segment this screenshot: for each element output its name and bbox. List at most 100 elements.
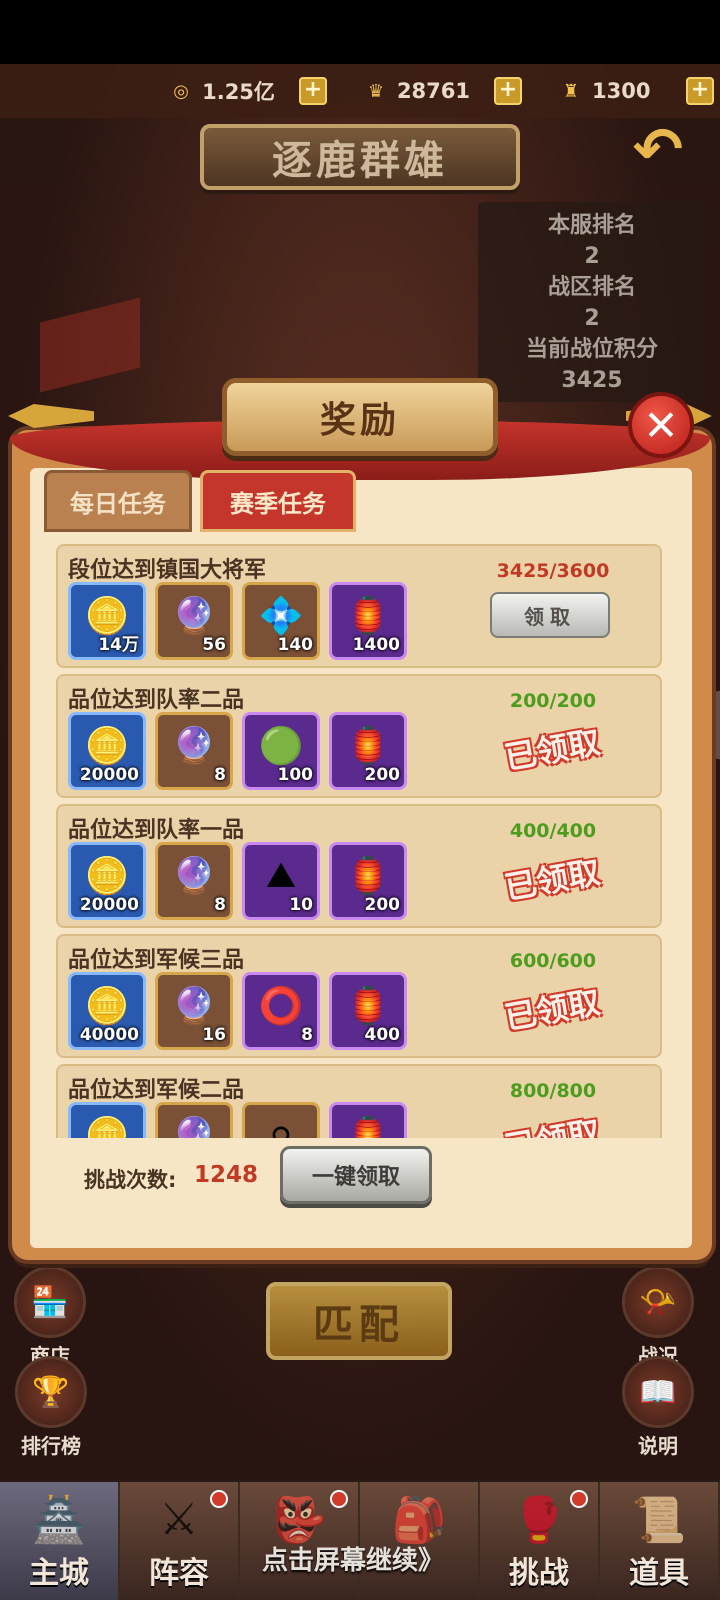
castle-icon: 🏯 bbox=[31, 1495, 87, 1546]
nav-item[interactable]: 🥊 挑战 bbox=[480, 1482, 600, 1600]
ranking-button[interactable]: 🏆 排行榜 bbox=[6, 1356, 96, 1459]
ranking-label: 排行榜 bbox=[21, 1434, 81, 1458]
battle-report-icon: 📯 bbox=[622, 1266, 694, 1338]
instructions-label: 说明 bbox=[638, 1434, 678, 1458]
nav-label: 道具 bbox=[629, 1556, 689, 1591]
nav-label: 挑战 bbox=[509, 1556, 569, 1591]
reward-item[interactable]: 🏮 1400 bbox=[329, 582, 407, 660]
task-list[interactable]: 段位达到镇国大将军 🪙 14万 🔮 56 💠 140 🏮 1400 3425/3600 领取 品位达到… bbox=[56, 544, 664, 1138]
task-progress: 600/600 bbox=[509, 950, 597, 972]
notification-dot bbox=[330, 1490, 348, 1508]
purple-lantern-icon: 🏮 bbox=[345, 986, 391, 1027]
reward-item[interactable]: 🔮 56 bbox=[155, 582, 233, 660]
jade-scroll-icon: 🟢 bbox=[258, 726, 304, 767]
dialog-footer: 挑战次数: 1248 一键领取 bbox=[30, 1136, 680, 1236]
reward-item[interactable]: 🏮 200 bbox=[329, 842, 407, 920]
reward-item[interactable]: 🪙 14万 bbox=[68, 582, 146, 660]
reward-quantity: 1400 bbox=[352, 635, 400, 655]
coin-icon: 🪙 bbox=[84, 726, 130, 767]
notification-dot bbox=[570, 1490, 588, 1508]
task-row: 品位达到队率一品 🪙 20000 🔮 8 ⛰ 10 🏮 200 400/400 已领取 bbox=[56, 804, 662, 928]
notification-dot bbox=[210, 1490, 228, 1508]
task-title: 段位达到镇国大将军 bbox=[68, 558, 267, 583]
battle-report-button[interactable]: 📯 战况 bbox=[618, 1266, 698, 1369]
purple-crystal-icon: ⛰ bbox=[265, 855, 297, 896]
add-coins-button[interactable]: + bbox=[298, 77, 327, 105]
task-progress: 200/200 bbox=[509, 690, 597, 712]
reward-quantity: 40000 bbox=[79, 1025, 139, 1045]
challenge-count-label: 挑战次数: bbox=[84, 1168, 177, 1192]
task-progress: 3425/3600 bbox=[496, 560, 610, 582]
reward-item[interactable]: 🪙 40000 bbox=[68, 972, 146, 1050]
purple-ring-icon: ⭕ bbox=[258, 986, 304, 1027]
add-tokens-button[interactable]: + bbox=[686, 77, 714, 105]
reward-item[interactable]: 🪙 20000 bbox=[68, 712, 146, 790]
reward-item[interactable]: ⚪ bbox=[242, 1102, 320, 1138]
items-icon: 📜 bbox=[631, 1495, 687, 1546]
reward-item[interactable]: 🪙 20000 bbox=[68, 842, 146, 920]
ranking-icon: 🏆 bbox=[15, 1356, 87, 1428]
reward-quantity: 56 bbox=[202, 635, 226, 655]
back-arrow-icon[interactable]: ↶ bbox=[622, 120, 694, 182]
reward-item[interactable]: 🪙 bbox=[68, 1102, 146, 1138]
pearl-icon: ⚪ bbox=[265, 1115, 297, 1139]
book-icon: 📖 bbox=[622, 1356, 694, 1428]
reward-quantity: 200 bbox=[364, 895, 401, 915]
bag-icon: 🎒 bbox=[391, 1495, 447, 1546]
task-row: 品位达到军候三品 🪙 40000 🔮 16 ⭕ 8 🏮 400 600/600 已领取 bbox=[56, 934, 662, 1058]
formation-icon: ⚔ bbox=[159, 1494, 199, 1545]
crystal-ore-icon: 💠 bbox=[258, 596, 304, 637]
currency-coins: ◎ 1.25亿 + bbox=[166, 76, 327, 106]
reward-item[interactable]: 🔮 8 bbox=[155, 842, 233, 920]
purple-lantern-icon: 🏮 bbox=[345, 856, 391, 897]
status-bar bbox=[0, 0, 720, 64]
purple-lantern-icon: 🏮 bbox=[345, 726, 391, 767]
reward-item[interactable]: 🔮 8 bbox=[155, 712, 233, 790]
nav-label: 阵容 bbox=[149, 1556, 209, 1591]
reward-item[interactable]: ⭕ 8 bbox=[242, 972, 320, 1050]
reward-item[interactable]: 💠 140 bbox=[242, 582, 320, 660]
reward-quantity: 8 bbox=[214, 765, 226, 785]
reward-quantity: 20000 bbox=[79, 895, 139, 915]
token-icon: ♜ bbox=[562, 80, 580, 102]
challenge-count-value: 1248 bbox=[194, 1162, 259, 1188]
orb-chest-icon: 🔮 bbox=[171, 596, 217, 637]
instructions-button[interactable]: 📖 说明 bbox=[618, 1356, 698, 1459]
close-icon[interactable]: ✕ bbox=[628, 392, 694, 458]
claimed-stamp: 已领取 bbox=[501, 982, 603, 1038]
task-row: 段位达到镇国大将军 🪙 14万 🔮 56 💠 140 🏮 1400 3425/3600 领取 bbox=[56, 544, 662, 668]
reward-quantity: 140 bbox=[277, 635, 314, 655]
nav-item[interactable]: 🏯 主城 bbox=[0, 1482, 120, 1600]
reward-item[interactable]: ⛰ 10 bbox=[242, 842, 320, 920]
reward-item[interactable]: 🏮 200 bbox=[329, 712, 407, 790]
claim-all-button[interactable]: 一键领取 bbox=[280, 1146, 432, 1204]
points-value: 3425 bbox=[561, 368, 623, 393]
zone-rank-value: 2 bbox=[584, 306, 600, 331]
shop-button[interactable]: 🏪 商店 bbox=[10, 1266, 90, 1369]
orb-chest-icon: 🔮 bbox=[171, 856, 217, 897]
claimed-stamp: 已领取 bbox=[493, 1107, 611, 1138]
reward-item[interactable]: 🏮 bbox=[329, 1102, 407, 1138]
tap-to-continue[interactable]: 点击屏幕继续》 bbox=[262, 1540, 462, 1577]
reward-quantity: 16 bbox=[202, 1025, 226, 1045]
reward-item[interactable]: 🟢 100 bbox=[242, 712, 320, 790]
zone-rank-label: 战区排名 bbox=[547, 275, 636, 300]
claim-button[interactable]: 领取 bbox=[490, 592, 610, 638]
ingot-amount: 28761 bbox=[396, 79, 470, 103]
nav-item[interactable]: ⚔ 阵容 bbox=[120, 1482, 240, 1600]
reward-item[interactable]: 🔮 16 bbox=[155, 972, 233, 1050]
reward-quantity: 8 bbox=[301, 1025, 313, 1045]
tab-daily-tasks[interactable]: 每日任务 bbox=[44, 470, 192, 532]
reward-quantity: 10 bbox=[289, 895, 313, 915]
purple-lantern-icon: 🏮 bbox=[345, 1116, 391, 1138]
add-ingots-button[interactable]: + bbox=[494, 77, 522, 105]
tab-season-tasks[interactable]: 赛季任务 bbox=[200, 470, 356, 532]
reward-item[interactable]: 🔮 bbox=[155, 1102, 233, 1138]
match-button[interactable]: 匹配 bbox=[266, 1282, 452, 1360]
rank-panel: 本服排名 2 战区排名 2 当前战位积分 3425 bbox=[478, 202, 706, 402]
nav-item[interactable]: 📜 道具 bbox=[600, 1482, 720, 1600]
reward-quantity: 200 bbox=[364, 765, 401, 785]
reward-item[interactable]: 🏮 400 bbox=[329, 972, 407, 1050]
currency-bar: ◎ 1.25亿 + ♛ 28761 + ♜ 1300 + bbox=[0, 64, 720, 118]
task-row: 品位达到队率二品 🪙 20000 🔮 8 🟢 100 🏮 200 200/200 已领取 bbox=[56, 674, 662, 798]
